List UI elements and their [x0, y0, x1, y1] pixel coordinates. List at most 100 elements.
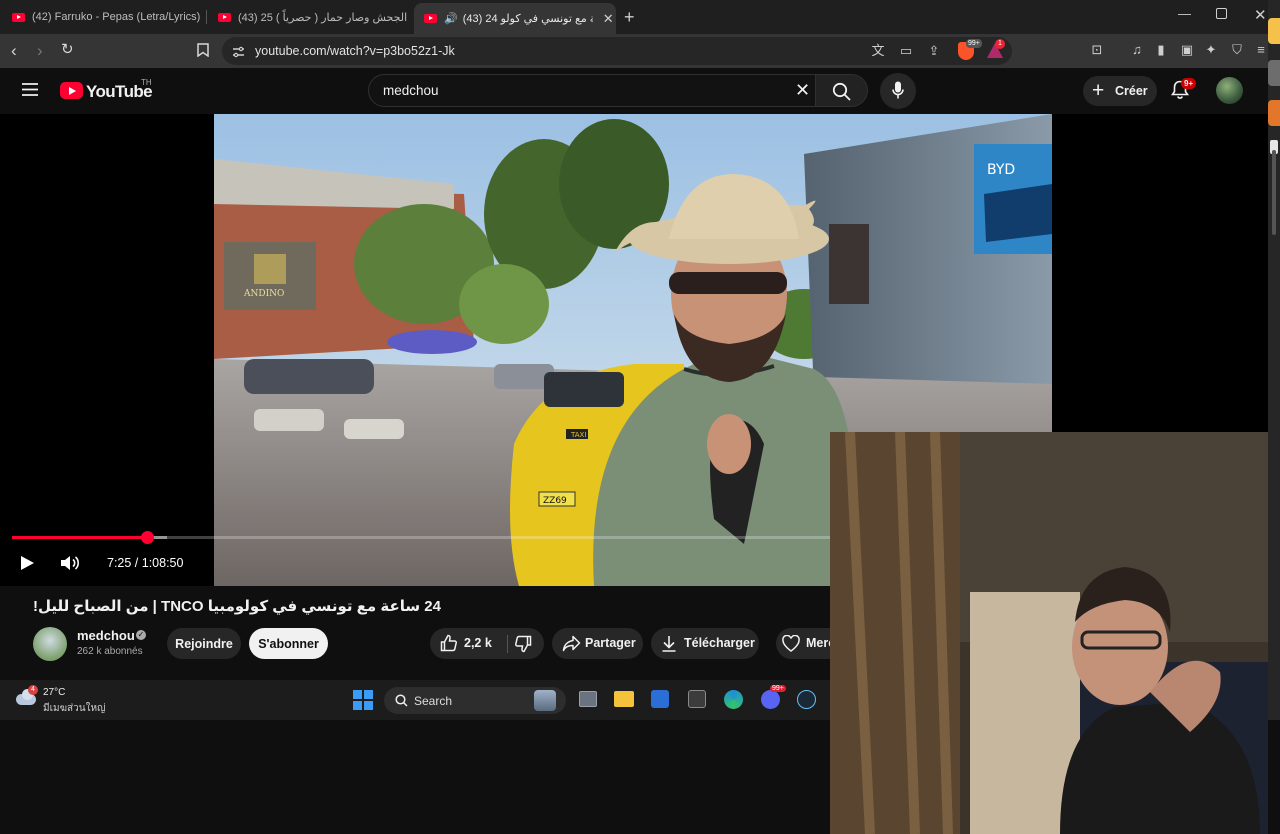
channel-avatar[interactable]: [33, 627, 67, 661]
windows-start-icon[interactable]: [353, 690, 373, 710]
share-page-icon[interactable]: ⇪: [926, 43, 942, 59]
edge-browser-icon[interactable]: [724, 690, 743, 709]
url-text: youtube.com/watch?v=p3bo52z1-Jk: [255, 44, 455, 58]
share-button[interactable]: Partager: [552, 628, 643, 659]
browser-tab-strip: (42) Farruko - Pepas (Letra/Lyrics) - Yo…: [0, 0, 1280, 34]
thanks-label: Merci: [806, 636, 830, 650]
bookmark-icon[interactable]: [197, 43, 209, 60]
maximize-window-button[interactable]: [1216, 8, 1227, 19]
subscriber-count: 262 k abonnés: [77, 646, 143, 657]
create-label: Créer: [1115, 84, 1148, 98]
share-label: Partager: [585, 636, 636, 650]
region-code: TH: [141, 78, 152, 87]
leo-ai-icon[interactable]: ✦: [1203, 42, 1219, 58]
minimize-window-button[interactable]: —: [1178, 6, 1191, 21]
create-button[interactable]: + Créer: [1083, 76, 1157, 106]
webcam-overlay: [830, 432, 1268, 834]
steam-icon[interactable]: [797, 690, 816, 709]
join-button[interactable]: Rejoindre: [167, 628, 241, 659]
windows-taskbar: 4 27°C มีเมฆส่วนใหญ่ Search 99+: [0, 680, 830, 720]
hamburger-menu-icon[interactable]: [22, 83, 38, 101]
plus-icon: +: [1092, 79, 1105, 102]
microphone-icon: [892, 81, 904, 99]
search-input[interactable]: medchou: [383, 83, 439, 98]
user-avatar[interactable]: [1216, 77, 1243, 104]
weather-condition: มีเมฆส่วนใหญ่: [43, 703, 106, 714]
cast-icon[interactable]: ▭: [898, 43, 914, 59]
played-bar: [12, 536, 147, 539]
side-app-icon-2[interactable]: [1268, 60, 1280, 86]
back-arrow-icon[interactable]: ‹: [11, 42, 17, 59]
weather-badge: 4: [28, 685, 38, 695]
download-label: Télécharger: [684, 636, 755, 650]
forward-arrow-icon[interactable]: ›: [37, 42, 43, 59]
play-button[interactable]: [20, 555, 35, 576]
scrubber-handle[interactable]: [140, 531, 154, 544]
notifications-badge: 9+: [1181, 78, 1197, 89]
vpn-icon[interactable]: ⛉: [1229, 42, 1245, 58]
join-label: Rejoindre: [175, 636, 233, 651]
like-button[interactable]: [440, 634, 458, 655]
like-count: 2,2 k: [464, 636, 492, 650]
new-tab-button[interactable]: +: [624, 7, 635, 28]
youtube-favicon-icon: [12, 12, 25, 22]
browser-toolbar: ‹ › ↻ youtube.com/watch?v=p3bo52z1-Jk 文 …: [0, 34, 1280, 68]
volume-icon: [61, 556, 80, 570]
video-title: 24 ساعة مع تونسي في كولومبيا TNCO | من ا…: [33, 598, 441, 615]
microsoft-store-icon[interactable]: [651, 690, 669, 708]
youtube-header: YouTube TH medchou ✕ + Créer 9+: [0, 68, 1268, 114]
site-info-icon[interactable]: [232, 45, 245, 63]
tab-farruko[interactable]: (42) Farruko - Pepas (Letra/Lyrics) - Yo: [12, 4, 202, 30]
share-icon: [562, 635, 581, 652]
channel-name[interactable]: medchou: [77, 628, 135, 643]
download-button[interactable]: Télécharger: [651, 628, 759, 659]
play-icon: [21, 556, 34, 570]
verified-check-icon: ✓: [136, 630, 146, 640]
discord-badge: 99+: [770, 685, 786, 692]
reload-icon[interactable]: ↻: [61, 42, 74, 57]
plate-text: ZZ69: [543, 496, 567, 506]
subscribe-button[interactable]: S'abonner: [249, 628, 328, 659]
close-window-button[interactable]: ✕: [1254, 6, 1267, 24]
menu-icon[interactable]: ≡: [1253, 42, 1269, 58]
clear-search-icon[interactable]: ✕: [795, 80, 810, 101]
tab-title: (42) Farruko - Pepas (Letra/Lyrics) - Yo: [32, 11, 202, 23]
side-app-icon-3[interactable]: [1268, 100, 1280, 126]
close-tab-icon[interactable]: ✕: [603, 11, 614, 27]
screenshot-icon[interactable]: ⊡: [1089, 42, 1105, 58]
audio-playing-icon[interactable]: 🔊: [444, 12, 458, 25]
youtube-logo-icon[interactable]: [60, 82, 83, 99]
media-controls-icon[interactable]: ♫: [1129, 42, 1145, 58]
mall-sign-text: ANDINO: [243, 289, 284, 299]
dislike-button[interactable]: [514, 635, 532, 656]
thumbs-down-icon: [515, 635, 532, 653]
thanks-button[interactable]: Merci: [776, 628, 830, 659]
tab-active-tunisian[interactable]: 🔊 (43) 24 ساعة مع تونسي في كولو ✕: [414, 3, 616, 34]
taskbar-search-label: Search: [414, 694, 453, 708]
side-app-icon-1[interactable]: [1268, 18, 1280, 44]
subscribe-label: S'abonner: [258, 636, 319, 651]
video-player[interactable]: TAXI ZZ69 ANDINO BYD 7:25 / 1:08:50: [0, 114, 1268, 834]
sidebar-icon[interactable]: ▮: [1153, 42, 1169, 58]
voice-search-button[interactable]: [880, 73, 916, 109]
progress-bar[interactable]: [12, 531, 830, 544]
address-bar[interactable]: youtube.com/watch?v=p3bo52z1-Jk 文 ▭ ⇪: [222, 37, 1012, 65]
tab-title: (43) 24 ساعة مع تونسي في كولو: [462, 13, 593, 25]
search-button[interactable]: [816, 74, 868, 107]
page-scrollbar[interactable]: [1272, 150, 1276, 235]
like-divider: [507, 635, 508, 653]
taxi-sign-text: TAXI: [570, 431, 586, 439]
file-explorer-icon[interactable]: [614, 691, 634, 707]
wallet-icon[interactable]: ▣: [1179, 42, 1195, 58]
volume-button[interactable]: [60, 554, 80, 577]
tab-jahsh[interactable]: (43) كبر الجحش وصار حمار ( حصرياً ) 25: [218, 4, 408, 30]
taskbar-search-box[interactable]: Search: [384, 687, 566, 714]
search-box[interactable]: medchou ✕: [368, 74, 816, 107]
app-cube-icon[interactable]: [688, 690, 706, 708]
rewards-badge: 1: [995, 39, 1005, 49]
shield-count-badge: 99+: [966, 39, 982, 48]
translate-icon[interactable]: 文: [870, 43, 886, 59]
discord-icon[interactable]: [761, 690, 780, 709]
task-view-icon[interactable]: [579, 691, 597, 707]
download-icon: [662, 636, 676, 652]
